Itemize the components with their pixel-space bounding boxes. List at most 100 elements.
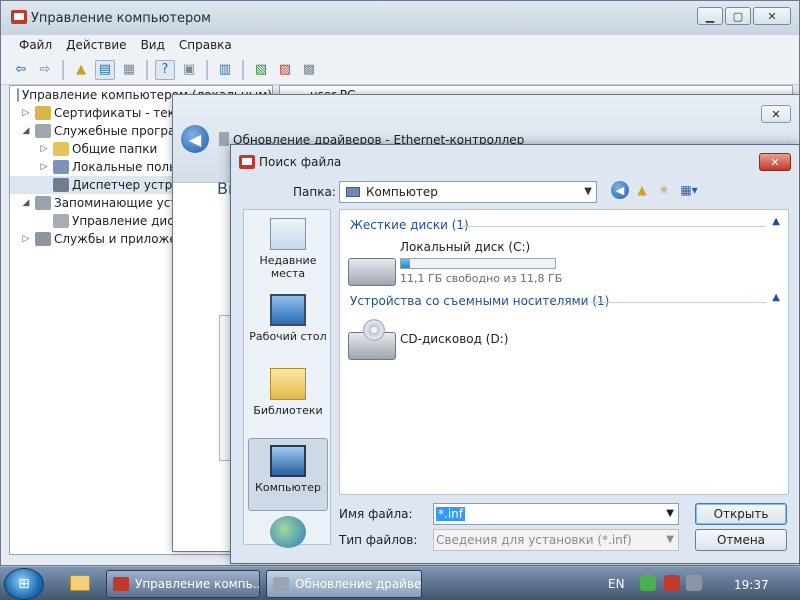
drive-c-name: Локальный диск (C:)	[400, 240, 531, 254]
chevron-down-icon[interactable]: ▼	[666, 534, 674, 545]
place-computer[interactable]: Компьютер	[248, 438, 328, 511]
open-button[interactable]: Открыть	[695, 503, 787, 525]
update-driver-icon[interactable]: ▧	[251, 60, 271, 80]
place-desktop[interactable]: Рабочий стол	[248, 294, 328, 343]
network-adapter-icon	[219, 132, 229, 146]
computer-icon	[346, 187, 360, 197]
group-hard-disks[interactable]: Жесткие диски (1)	[350, 218, 469, 232]
place-libraries[interactable]: Библиотеки	[248, 368, 328, 417]
explorer-quicklaunch-icon[interactable]	[70, 575, 90, 591]
computer-management-icon	[16, 88, 19, 102]
hard-disk-icon	[348, 258, 396, 286]
back-button[interactable]: ◀	[181, 125, 209, 153]
chevron-down-icon[interactable]: ▼	[666, 508, 674, 519]
maximize-button[interactable]: ▢	[725, 7, 751, 25]
taskbar-item-driver-update[interactable]: Обновление драйве...	[266, 570, 422, 598]
tree-item-label: Общие папки	[72, 142, 158, 156]
file-open-dialog: Поиск файла ✕ Папка: Компьютер ▼ ◀ ▲ ✳ ▦…	[230, 144, 800, 564]
tree-item-label: Службы и приложен	[54, 232, 185, 246]
tree-expander[interactable]: ◢	[20, 126, 32, 136]
certificates-icon	[35, 106, 51, 120]
tree-item-label: Служебные програм	[54, 124, 185, 138]
up-folder-icon[interactable]: ▲	[633, 181, 651, 199]
taskbar-item-computer-management[interactable]: Управление компь...	[106, 570, 260, 598]
dialog-nav-icons: ◀ ▲ ✳ ▦▾	[611, 181, 701, 199]
collapse-icon[interactable]: ▲	[772, 216, 780, 227]
group-divider	[460, 226, 766, 227]
driver-update-icon	[273, 577, 289, 591]
toolbar-separator	[206, 59, 208, 80]
drive-c-free-text: 11,1 ГБ свободно из 11,8 ГБ	[400, 272, 563, 285]
back-arrow-icon[interactable]: ⇦	[11, 60, 31, 80]
disable-device-icon[interactable]: ▨	[275, 60, 295, 80]
filename-input[interactable]: *.inf ▼	[433, 503, 679, 525]
computer-icon	[270, 445, 306, 477]
filetype-label: Тип файлов:	[339, 533, 418, 547]
group-divider	[590, 302, 766, 303]
toolbar-separator	[62, 59, 64, 80]
network-icon[interactable]	[664, 575, 680, 591]
place-network[interactable]	[248, 516, 328, 552]
tree-item-label: Диспетчер устрой	[72, 178, 188, 192]
export-list-icon[interactable]: ▦	[119, 60, 139, 80]
chevron-down-icon[interactable]: ▼	[584, 186, 592, 197]
services-icon	[35, 232, 51, 246]
back-icon[interactable]: ◀	[611, 181, 629, 199]
minimize-button[interactable]: ▁	[697, 7, 723, 25]
device-manager-icon	[53, 178, 69, 192]
dialog-close-button[interactable]: ✕	[759, 153, 791, 171]
cd-drive-icon	[348, 319, 396, 360]
new-folder-icon[interactable]: ✳	[655, 181, 673, 199]
view-menu-icon[interactable]: ▦▾	[677, 181, 701, 199]
scan-hardware-icon[interactable]: ▥	[215, 60, 235, 80]
folder-combo[interactable]: Компьютер ▼	[339, 181, 597, 203]
tree-expander[interactable]: ▷	[20, 108, 32, 118]
filename-label: Имя файла:	[339, 507, 413, 521]
tree-item-label: Локальные польз	[72, 160, 183, 174]
recent-places-icon	[270, 218, 306, 250]
close-button[interactable]: ✕	[753, 7, 791, 25]
start-button[interactable]: ⊞	[4, 568, 44, 600]
taskbar-item-label: Обновление драйве...	[295, 577, 422, 591]
place-recent[interactable]: Недавние места	[248, 218, 328, 280]
menu-view[interactable]: Вид	[141, 38, 165, 52]
group-removable[interactable]: Устройства со съемными носителями (1)	[350, 294, 609, 308]
forward-arrow-icon[interactable]: ⇨	[35, 60, 55, 80]
toolbar: ⇦ ⇨ ▲ ▤ ▦ ? ▣ ▥ ▧ ▨ ▩	[1, 55, 799, 85]
main-window-title: Управление компьютером	[31, 11, 211, 26]
disk-management-icon	[53, 214, 69, 228]
tree-expander[interactable]: ▷	[20, 234, 32, 244]
cancel-button[interactable]: Отмена	[695, 529, 787, 551]
language-indicator[interactable]: EN	[608, 577, 625, 591]
filetype-select[interactable]: Сведения для установки (*.inf) ▼	[433, 529, 679, 551]
menu-action[interactable]: Действие	[66, 38, 126, 52]
network-icon	[270, 516, 306, 548]
up-folder-icon[interactable]: ▲	[71, 60, 91, 80]
place-label: Компьютер	[255, 481, 321, 494]
help-icon[interactable]: ?	[155, 59, 175, 80]
menu-help[interactable]: Справка	[179, 38, 232, 52]
tree-expander[interactable]: ▷	[38, 162, 50, 172]
folder-label: Папка:	[293, 185, 336, 199]
place-label: Недавние места	[259, 254, 317, 280]
main-titlebar[interactable]: Управление компьютером ▁ ▢ ✕	[1, 1, 799, 35]
clock[interactable]: 19:37	[734, 578, 769, 592]
filename-value: *.inf	[436, 507, 465, 521]
storage-icon	[35, 196, 51, 210]
uninstall-device-icon[interactable]: ▩	[299, 60, 319, 80]
action-center-icon[interactable]	[640, 575, 656, 591]
show-tree-icon[interactable]: ▤	[95, 59, 115, 80]
collapse-icon[interactable]: ▲	[772, 292, 780, 303]
tree-item-label: Запоминающие устр	[54, 196, 185, 210]
volume-icon[interactable]	[686, 575, 702, 591]
driver-close-button[interactable]: ✕	[761, 105, 791, 123]
properties-icon[interactable]: ▣	[179, 60, 199, 80]
computer-management-icon	[11, 10, 27, 24]
desktop-icon	[270, 294, 306, 326]
tree-expander[interactable]: ▷	[38, 144, 50, 154]
tree-expander[interactable]: ◢	[20, 198, 32, 208]
drive-c-usage-fill	[401, 259, 411, 268]
drive-d-name: CD-дисковод (D:)	[400, 332, 509, 346]
system-tools-icon	[35, 124, 51, 138]
menu-file[interactable]: Файл	[19, 38, 52, 52]
